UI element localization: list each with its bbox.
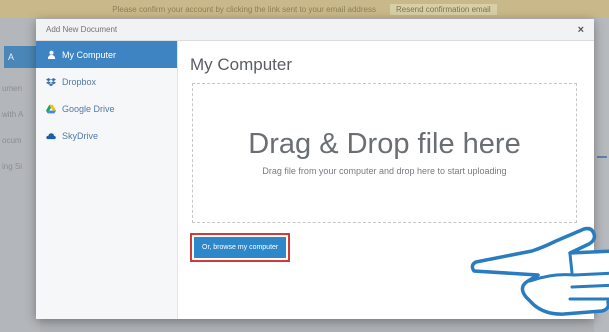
- background-sidebar-text: ing Si: [2, 162, 23, 171]
- confirmation-banner: Please confirm your account by clicking …: [0, 0, 609, 18]
- modal-title: Add New Document: [46, 25, 118, 34]
- resend-confirmation-button[interactable]: Resend confirmation email: [389, 3, 497, 15]
- nav-item-label: Google Drive: [62, 103, 115, 114]
- upload-content: My Computer Drag & Drop file here Drag f…: [178, 41, 609, 319]
- browse-highlight: Or, browse my computer: [190, 233, 291, 262]
- content-title: My Computer: [190, 55, 293, 74]
- cloud-icon: [46, 131, 56, 141]
- nav-item-google-drive[interactable]: Google Drive: [36, 95, 177, 122]
- background-sidebar-text: with A: [2, 110, 24, 119]
- modal-header: Add New Document ×: [36, 19, 594, 41]
- nav-item-skydrive[interactable]: SkyDrive: [36, 122, 177, 149]
- dropbox-icon: [46, 77, 56, 87]
- drop-zone[interactable]: Drag & Drop file here Drag file from you…: [192, 83, 577, 223]
- banner-text: Please confirm your account by clicking …: [112, 4, 376, 14]
- browse-computer-button[interactable]: Or, browse my computer: [194, 237, 287, 258]
- close-icon[interactable]: ×: [578, 24, 584, 36]
- background-sidebar-text: ocum: [2, 136, 22, 145]
- google-drive-icon: [46, 104, 56, 114]
- background-accent-mark: [597, 156, 607, 158]
- nav-item-dropbox[interactable]: Dropbox: [36, 68, 177, 95]
- user-icon: [46, 50, 56, 60]
- nav-item-label: My Computer: [62, 49, 117, 60]
- pointing-hand-icon: [470, 226, 609, 316]
- nav-item-label: SkyDrive: [62, 130, 99, 141]
- nav-item-label: Dropbox: [62, 76, 97, 87]
- add-document-modal: Add New Document × My Computer Dropbox G…: [36, 19, 609, 319]
- drop-zone-title: Drag & Drop file here: [248, 128, 521, 160]
- drop-zone-subtitle: Drag file from your computer and drop he…: [262, 166, 507, 176]
- source-nav: My Computer Dropbox Google Drive SkyDriv…: [36, 41, 178, 319]
- background-sidebar: A umen with A ocum ing Si: [0, 18, 40, 332]
- background-sidebar-tab[interactable]: A: [4, 46, 40, 68]
- nav-item-my-computer[interactable]: My Computer: [36, 41, 177, 68]
- background-sidebar-text: umen: [2, 84, 23, 93]
